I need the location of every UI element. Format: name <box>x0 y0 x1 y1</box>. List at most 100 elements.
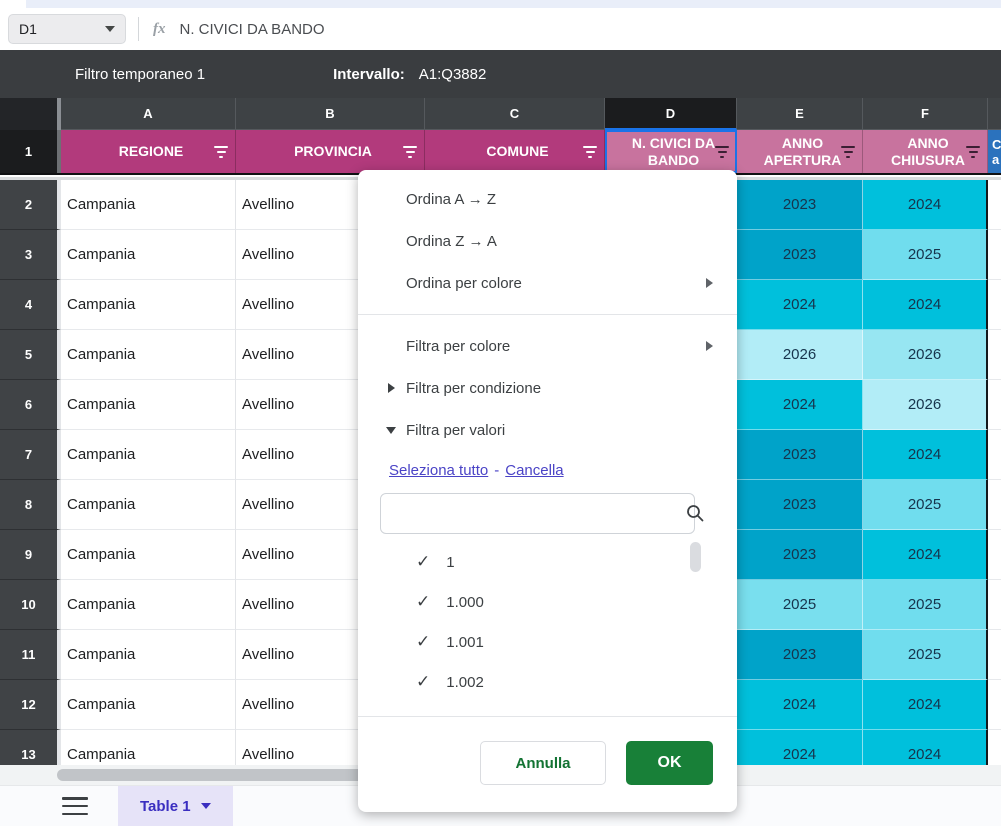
menu-item-filter-by-color[interactable]: Filtra per colore <box>358 325 737 367</box>
header-cell-regione[interactable]: REGIONE <box>61 130 236 173</box>
ok-button[interactable]: OK <box>626 741 713 785</box>
cell-g[interactable] <box>988 580 1001 630</box>
name-box[interactable]: D1 <box>8 14 126 44</box>
filter-value-item[interactable]: ✓ 1.000 <box>358 582 737 622</box>
header-cell-comune[interactable]: COMUNE <box>425 130 605 173</box>
cell-g[interactable] <box>988 530 1001 580</box>
sheet-tab-table-1[interactable]: Table 1 <box>118 786 233 826</box>
cell-regione[interactable]: Campania <box>61 380 236 430</box>
all-sheets-menu-icon[interactable] <box>62 797 88 815</box>
clear-link[interactable]: Cancella <box>505 462 563 479</box>
header-cell-n-civici-da-bando[interactable]: N. CIVICI DA BANDO <box>605 130 737 173</box>
sheet-tab-caret-icon[interactable] <box>201 803 211 809</box>
row-number[interactable]: 11 <box>0 630 61 680</box>
cell-anno-apertura[interactable]: 2026 <box>737 330 863 380</box>
cell-regione[interactable]: Campania <box>61 330 236 380</box>
column-header-f[interactable]: F <box>863 98 988 130</box>
column-header-c[interactable]: C <box>425 98 605 130</box>
row-number[interactable]: 6 <box>0 380 61 430</box>
row-number[interactable]: 5 <box>0 330 61 380</box>
cell-anno-apertura[interactable]: 2024 <box>737 280 863 330</box>
menu-item-filter-by-values[interactable]: Filtra per valori <box>358 409 737 451</box>
row-number-1[interactable]: 1 <box>0 130 61 173</box>
cell-anno-apertura[interactable]: 2025 <box>737 580 863 630</box>
column-header-d[interactable]: D <box>605 98 737 130</box>
cell-anno-apertura[interactable]: 2023 <box>737 230 863 280</box>
cell-regione[interactable]: Campania <box>61 530 236 580</box>
cell-regione[interactable]: Campania <box>61 180 236 230</box>
filter-value-item[interactable]: ✓ 1.001 <box>358 622 737 662</box>
row-number[interactable]: 9 <box>0 530 61 580</box>
header-cell-provincia[interactable]: PROVINCIA <box>236 130 425 173</box>
cell-regione[interactable]: Campania <box>61 730 236 765</box>
cell-anno-chiusura[interactable]: 2026 <box>863 380 988 430</box>
value-search-input[interactable] <box>380 493 695 534</box>
cell-anno-apertura[interactable]: 2023 <box>737 630 863 680</box>
cell-regione[interactable]: Campania <box>61 680 236 730</box>
cell-anno-apertura[interactable]: 2023 <box>737 530 863 580</box>
cell-anno-apertura[interactable]: 2024 <box>737 730 863 765</box>
cell-anno-chiusura[interactable]: 2025 <box>863 480 988 530</box>
header-cell-g-partial[interactable]: C a <box>988 130 1001 173</box>
name-box-caret-icon[interactable] <box>105 26 115 32</box>
filter-value-item[interactable]: ✓ 1 <box>358 542 737 582</box>
row-number[interactable]: 12 <box>0 680 61 730</box>
cell-anno-apertura[interactable]: 2024 <box>737 380 863 430</box>
row-number[interactable]: 7 <box>0 430 61 480</box>
row-number[interactable]: 2 <box>0 180 61 230</box>
column-header-g[interactable] <box>988 98 1001 130</box>
filter-icon-active[interactable] <box>714 146 730 158</box>
menu-item-filter-by-condition[interactable]: Filtra per condizione <box>358 367 737 409</box>
cell-g[interactable] <box>988 630 1001 680</box>
cell-anno-apertura[interactable]: 2024 <box>737 680 863 730</box>
row-number[interactable]: 4 <box>0 280 61 330</box>
expand-collapsed-icon[interactable] <box>388 383 395 393</box>
header-cell-anno-apertura[interactable]: ANNO APERTURA <box>737 130 863 173</box>
column-header-e[interactable]: E <box>737 98 863 130</box>
cell-anno-chiusura[interactable]: 2025 <box>863 230 988 280</box>
row-number[interactable]: 10 <box>0 580 61 630</box>
cell-g[interactable] <box>988 330 1001 380</box>
filter-value-item[interactable]: ✓ 1.002 <box>358 662 737 702</box>
cell-regione[interactable]: Campania <box>61 580 236 630</box>
filter-icon[interactable] <box>402 146 418 158</box>
cell-anno-chiusura[interactable]: 2024 <box>863 280 988 330</box>
cell-anno-chiusura[interactable]: 2025 <box>863 580 988 630</box>
cell-g[interactable] <box>988 430 1001 480</box>
row-number[interactable]: 3 <box>0 230 61 280</box>
cell-g[interactable] <box>988 180 1001 230</box>
menu-item-sort-az[interactable]: Ordina A → Z <box>358 178 737 220</box>
filter-icon[interactable] <box>213 146 229 158</box>
values-scrollbar-thumb[interactable] <box>690 542 701 572</box>
cell-anno-apertura[interactable]: 2023 <box>737 480 863 530</box>
cell-g[interactable] <box>988 730 1001 765</box>
range-value[interactable]: A1:Q3882 <box>419 66 487 83</box>
filter-icon[interactable] <box>582 146 598 158</box>
expand-expanded-icon[interactable] <box>386 427 396 434</box>
row-number[interactable]: 8 <box>0 480 61 530</box>
formula-input[interactable]: N. CIVICI DA BANDO <box>180 21 325 38</box>
row-number[interactable]: 13 <box>0 730 61 765</box>
header-cell-anno-chiusura[interactable]: ANNO CHIUSURA <box>863 130 988 173</box>
cell-regione[interactable]: Campania <box>61 630 236 680</box>
select-all-corner[interactable] <box>0 98 61 130</box>
column-header-a[interactable]: A <box>61 98 236 130</box>
cell-g[interactable] <box>988 380 1001 430</box>
cell-anno-apertura[interactable]: 2023 <box>737 180 863 230</box>
cell-anno-chiusura[interactable]: 2026 <box>863 330 988 380</box>
filter-icon[interactable] <box>840 146 856 158</box>
menu-item-sort-by-color[interactable]: Ordina per colore <box>358 262 737 304</box>
cell-g[interactable] <box>988 680 1001 730</box>
menu-item-sort-za[interactable]: Ordina Z → A <box>358 220 737 262</box>
cell-g[interactable] <box>988 280 1001 330</box>
cell-anno-chiusura[interactable]: 2024 <box>863 430 988 480</box>
cell-anno-chiusura[interactable]: 2024 <box>863 180 988 230</box>
cell-g[interactable] <box>988 230 1001 280</box>
cell-anno-chiusura[interactable]: 2024 <box>863 730 988 765</box>
cell-regione[interactable]: Campania <box>61 280 236 330</box>
cell-anno-apertura[interactable]: 2023 <box>737 430 863 480</box>
select-all-link[interactable]: Seleziona tutto <box>389 462 488 479</box>
cell-regione[interactable]: Campania <box>61 430 236 480</box>
filter-icon[interactable] <box>965 146 981 158</box>
cell-anno-chiusura[interactable]: 2024 <box>863 680 988 730</box>
